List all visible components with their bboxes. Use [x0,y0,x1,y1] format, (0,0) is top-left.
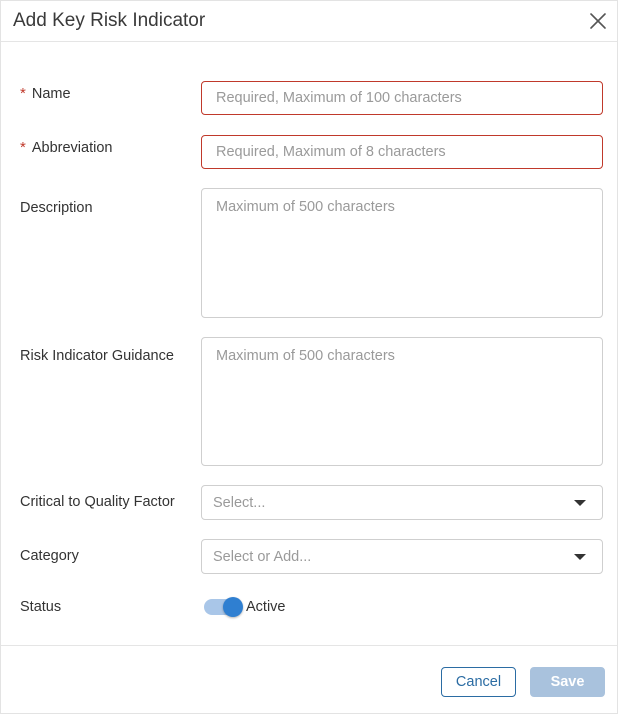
cancel-button[interactable]: Cancel [441,667,516,697]
category-label: Category [20,548,79,564]
status-toggle-label: Active [246,599,286,615]
required-marker: * [20,85,26,102]
name-input[interactable] [201,81,603,115]
ctq-factor-label: Critical to Quality Factor [20,494,175,510]
guidance-textarea[interactable] [201,337,603,466]
category-select[interactable]: Select or Add... [201,539,603,574]
abbreviation-input[interactable] [201,135,603,169]
required-marker: * [20,139,26,156]
ctq-factor-select[interactable]: Select... [201,485,603,520]
name-label: * Name [20,85,71,102]
close-button[interactable] [587,10,609,32]
description-label: Description [20,200,93,216]
status-toggle[interactable] [204,597,243,617]
guidance-label: Risk Indicator Guidance [20,348,174,364]
toggle-knob [223,597,243,617]
close-icon [590,13,606,29]
save-button[interactable]: Save [530,667,605,697]
description-textarea[interactable] [201,188,603,318]
chevron-down-icon [574,500,586,506]
abbreviation-label: * Abbreviation [20,139,113,156]
add-kri-dialog: Add Key Risk Indicator *Name *Abbreviati… [0,0,618,714]
dialog-header: Add Key Risk Indicator [1,1,617,42]
status-label: Status [20,599,62,615]
category-placeholder: Select or Add... [213,549,312,565]
dialog-footer: Cancel Save [1,645,617,715]
ctq-factor-placeholder: Select... [213,495,266,511]
chevron-down-icon [574,554,586,560]
dialog-title: Add Key Risk Indicator [13,10,206,31]
